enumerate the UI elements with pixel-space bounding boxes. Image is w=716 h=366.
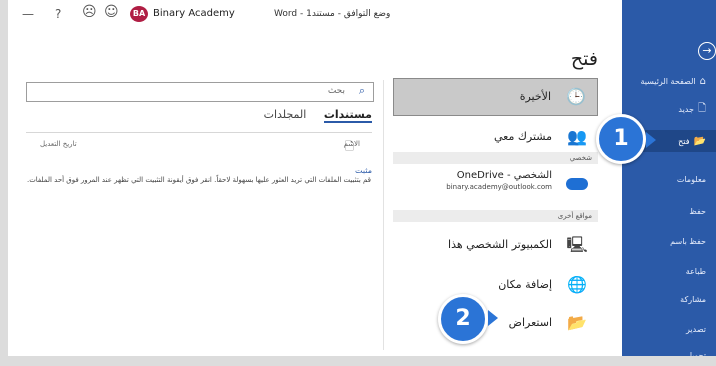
location-shared-label: مشترك معي bbox=[493, 130, 552, 143]
tab-documents[interactable]: مستندات bbox=[323, 108, 372, 123]
window: — ? ☹ ☺ BA Binary Academy Word - وضع الت… bbox=[8, 0, 716, 366]
globe-icon: 🌐 bbox=[567, 275, 587, 294]
callout-1-arrow bbox=[646, 132, 656, 148]
file-tabs: المجلدات مستندات bbox=[250, 108, 372, 123]
pinned-text: قم بتثبيت الملفات التي تريد العثور عليها… bbox=[26, 176, 371, 184]
nav-share[interactable]: مشاركة bbox=[622, 288, 716, 310]
location-this-pc[interactable]: 🖳 الكمبيوتر الشخصي هذا bbox=[393, 226, 598, 266]
callout-1: 1 bbox=[596, 114, 646, 164]
nav-share-label: مشاركة bbox=[680, 294, 706, 304]
divider bbox=[26, 132, 372, 133]
shared-people-icon: 👥 bbox=[567, 127, 587, 146]
folder-open-icon: 📂 bbox=[693, 135, 706, 147]
computer-icon: 🖳 bbox=[566, 235, 588, 254]
column-date-modified[interactable]: تاريخ التعديل bbox=[40, 140, 77, 148]
clock-icon: 🕒 bbox=[566, 87, 586, 106]
nav-save[interactable]: حفظ bbox=[622, 200, 716, 222]
folder-icon: 📂 bbox=[567, 313, 587, 332]
nav-print[interactable]: طباعة bbox=[622, 260, 716, 282]
location-add-place[interactable]: 🌐 إضافة مكان bbox=[393, 266, 598, 306]
divider bbox=[383, 80, 384, 350]
nav-open-label: فتح bbox=[678, 136, 690, 146]
nav-export-label: تصدير bbox=[685, 324, 706, 334]
search-icon: ⌕ bbox=[358, 84, 365, 97]
location-browse-label: استعراض bbox=[508, 316, 552, 329]
document-title: Word - وضع التوافق - مستند1 bbox=[274, 9, 391, 19]
onedrive-email: binary.academy@outlook.com bbox=[446, 183, 552, 191]
location-onedrive[interactable]: OneDrive - الشخصي binary.academy@outlook… bbox=[393, 166, 598, 210]
smile-icon[interactable]: ☺ bbox=[104, 5, 119, 19]
callout-2-arrow bbox=[488, 310, 498, 326]
backstage-nav: → الصفحة الرئيسية ⌂ جديد 🗋 فتح 📂 معلومات حف… bbox=[622, 0, 716, 366]
nav-save-as[interactable]: حفظ باسم bbox=[622, 230, 716, 252]
cloud-icon bbox=[566, 178, 588, 190]
section-other: مواقع أخرى bbox=[393, 210, 598, 222]
pinned-title: مثبت bbox=[355, 166, 372, 175]
help-button[interactable]: ? bbox=[55, 7, 61, 21]
file-icon: 🗋 bbox=[345, 140, 354, 153]
avatar[interactable]: BA bbox=[130, 6, 148, 22]
bottom-bar bbox=[0, 356, 716, 366]
nav-info[interactable]: معلومات bbox=[622, 168, 716, 190]
frown-icon[interactable]: ☹ bbox=[82, 5, 97, 19]
nav-save-label: حفظ bbox=[689, 206, 706, 216]
page-title: فتح bbox=[570, 48, 598, 70]
location-this-pc-label: الكمبيوتر الشخصي هذا bbox=[448, 238, 552, 251]
callout-2: 2 bbox=[438, 294, 488, 344]
section-personal: شخصي bbox=[393, 152, 598, 164]
open-backstage: فتح بحث ⌕ المجلدات مستندات الاسم 🗋 تاريخ… bbox=[8, 28, 622, 366]
nav-new-label: جديد bbox=[678, 104, 694, 114]
nav-export[interactable]: تصدير bbox=[622, 318, 716, 340]
location-add-place-label: إضافة مكان bbox=[498, 278, 552, 291]
new-doc-icon: 🗋 bbox=[697, 102, 706, 114]
onedrive-name: OneDrive - الشخصي bbox=[456, 170, 552, 181]
title-bar: — ? ☹ ☺ BA Binary Academy Word - وضع الت… bbox=[8, 0, 622, 29]
search-input[interactable]: بحث ⌕ bbox=[26, 82, 374, 102]
account-name[interactable]: Binary Academy bbox=[153, 8, 235, 19]
location-recent[interactable]: 🕒 الأخيرة bbox=[393, 78, 598, 116]
nav-print-label: طباعة bbox=[685, 266, 706, 276]
nav-save-as-label: حفظ باسم bbox=[670, 236, 706, 246]
home-icon: ⌂ bbox=[699, 75, 706, 87]
back-arrow-icon[interactable]: → bbox=[698, 42, 716, 60]
nav-home[interactable]: الصفحة الرئيسية ⌂ bbox=[622, 70, 716, 92]
tab-folders[interactable]: المجلدات bbox=[264, 108, 307, 121]
location-recent-label: الأخيرة bbox=[519, 90, 551, 103]
minimize-button[interactable]: — bbox=[22, 7, 34, 21]
search-placeholder: بحث bbox=[327, 86, 345, 96]
nav-new[interactable]: جديد 🗋 bbox=[622, 98, 716, 120]
nav-home-label: الصفحة الرئيسية bbox=[640, 76, 696, 86]
nav-info-label: معلومات bbox=[676, 174, 706, 184]
